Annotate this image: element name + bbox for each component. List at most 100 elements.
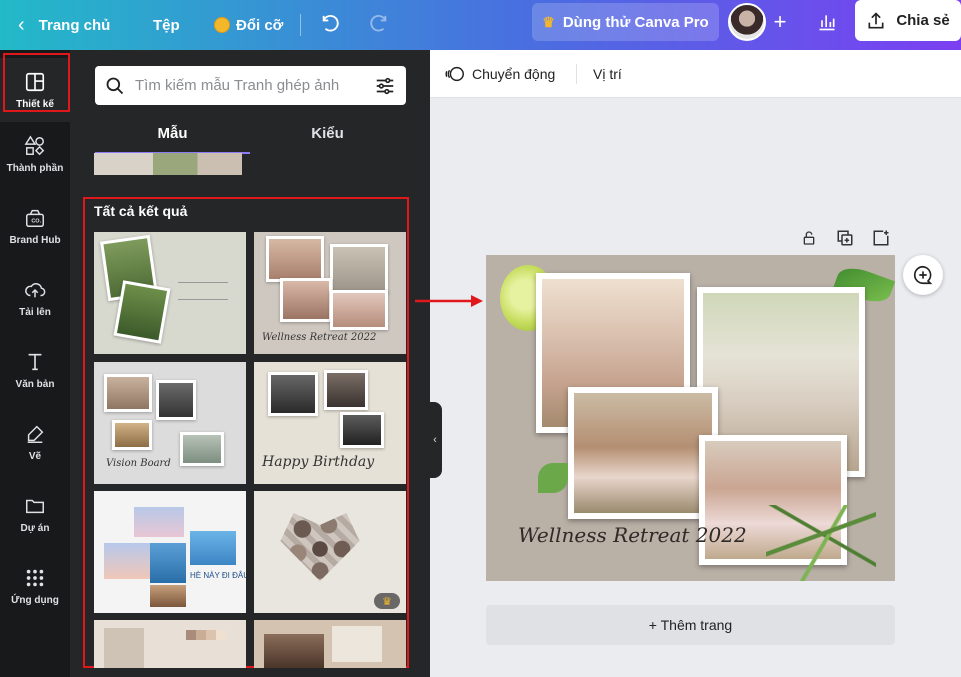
resize-button[interactable]: Đổi cỡ [214, 0, 283, 50]
rail-item-label: Thành phần [6, 162, 64, 174]
rail-item-label: Vẽ [28, 450, 42, 462]
redo-button[interactable] [367, 0, 389, 50]
page-tools [798, 228, 892, 248]
rail-item-label: Văn bản [15, 378, 55, 390]
template-thumbnail[interactable]: Happy Birthday [254, 362, 406, 484]
thumb-photo [190, 531, 236, 565]
thumb-photo [156, 380, 196, 420]
template-thumbnail[interactable] [254, 620, 406, 668]
add-page-icon [873, 230, 889, 246]
share-icon [868, 11, 884, 28]
bar-chart-icon [819, 15, 835, 31]
thumb-photo [150, 585, 186, 607]
divider [576, 64, 577, 84]
rail-item-label: Tải lên [19, 306, 51, 318]
thumb-photo [340, 412, 384, 448]
template-thumbnail[interactable] [94, 620, 246, 668]
share-label: Chia sẻ [896, 12, 950, 29]
add-page-button[interactable]: + Thêm trang [486, 605, 895, 645]
comment-button[interactable] [903, 255, 943, 295]
filter-icon[interactable] [374, 75, 396, 97]
shapes-icon [24, 134, 45, 155]
thumb-photo [264, 634, 324, 668]
rail-item-uploads[interactable]: Tải lên [0, 266, 70, 330]
rail-item-draw[interactable]: Vẽ [0, 410, 70, 474]
crown-coin-icon [214, 17, 230, 33]
template-thumbnail[interactable]: HÈ NÀY ĐI ĐÂU? [94, 491, 246, 613]
thumb-photo [180, 432, 224, 466]
position-label: Vị trí [593, 66, 622, 82]
svg-text:CO.: CO. [31, 218, 41, 224]
thumb-photo [268, 372, 318, 416]
collage-photo[interactable] [568, 387, 718, 519]
share-button[interactable]: Chia sẻ [855, 0, 961, 41]
tab-templates[interactable]: Mẫu [95, 120, 250, 154]
rail-item-apps[interactable]: Ứng dụng [0, 554, 70, 618]
editor-toolbar: Chuyển động Vị trí [430, 50, 961, 98]
thumb-photo [104, 374, 152, 412]
template-thumbnail[interactable] [94, 153, 242, 175]
thumb-photo [113, 280, 171, 344]
template-thumbnail[interactable] [94, 232, 246, 354]
rail-item-projects[interactable]: Dự án [0, 482, 70, 546]
rail-item-label: Brand Hub [9, 234, 61, 246]
thumb-photo [324, 370, 368, 410]
chevron-left-icon: ‹ [18, 13, 25, 36]
file-menu-button[interactable]: Tệp [153, 0, 180, 50]
rail-item-brand-hub[interactable]: CO. Brand Hub [0, 194, 70, 258]
small-leaf-decoration [538, 463, 568, 493]
thumb-title: HÈ NÀY ĐI ĐÂU? [190, 571, 246, 580]
comment-add-icon [914, 265, 933, 285]
animate-icon [445, 66, 464, 82]
upload-icon [25, 282, 46, 297]
position-button[interactable]: Vị trí [593, 50, 622, 98]
thumb-photo [280, 278, 332, 322]
add-page-icon-button[interactable] [870, 228, 892, 248]
search-input[interactable] [135, 77, 364, 94]
rail-item-elements[interactable]: Thành phần [0, 122, 70, 186]
top-bar: ‹ Trang chủ Tệp Đổi cỡ ♛ Dùng thử Canva … [0, 0, 961, 50]
duplicate-icon [837, 230, 853, 246]
back-home-button[interactable]: ‹ Trang chủ [18, 0, 110, 50]
thumb-photo [112, 420, 152, 450]
thumb-photo [104, 628, 144, 668]
lock-button[interactable] [798, 228, 820, 248]
template-thumbnail[interactable]: Wellness Retreat 2022 [254, 232, 406, 354]
pro-crown-badge: ♛ [374, 593, 400, 609]
avatar[interactable] [728, 3, 766, 41]
plus-icon: + [773, 9, 787, 34]
thumb-title: Wellness Retreat 2022 [262, 332, 377, 343]
highlight-box [3, 53, 70, 112]
thumb-title: Vision Board [106, 458, 171, 469]
thumb-photo [330, 244, 388, 294]
crown-icon: ♛ [542, 13, 555, 30]
canvas-caption[interactable]: Wellness Retreat 2022 [518, 523, 747, 547]
arrow-annotation [415, 295, 483, 307]
templates-panel: Mẫu Kiểu Tất cả kết quả Wellness Retreat… [70, 50, 430, 677]
rail-item-text[interactable]: Văn bản [0, 338, 70, 402]
template-thumbnail[interactable]: ♛ [254, 491, 406, 613]
try-canva-pro-button[interactable]: ♛ Dùng thử Canva Pro [532, 3, 719, 41]
thumb-photo [330, 290, 388, 330]
insights-button[interactable] [806, 3, 848, 41]
design-canvas[interactable]: Wellness Retreat 2022 [486, 255, 895, 581]
tab-styles[interactable]: Kiểu [250, 120, 405, 154]
rail-item-label: Dự án [20, 522, 50, 534]
thumb-title: Happy Birthday [262, 454, 375, 470]
rail-item-label: Ứng dụng [11, 594, 59, 606]
thumb-photo [134, 507, 184, 537]
search-box [95, 66, 406, 105]
thumb-photo [266, 236, 324, 282]
unlock-icon [803, 231, 815, 245]
grass-decoration [766, 505, 876, 581]
template-thumbnail[interactable]: Vision Board [94, 362, 246, 484]
resize-label: Đổi cỡ [236, 16, 284, 34]
undo-button[interactable] [320, 0, 342, 50]
left-rail: Thiết kế Thành phần CO. Brand Hub Tải lê… [0, 50, 70, 677]
color-swatches [186, 630, 226, 640]
add-collaborator-button[interactable]: + [768, 0, 792, 44]
duplicate-page-button[interactable] [834, 228, 856, 248]
collapse-panel-button[interactable]: ‹ [428, 402, 442, 478]
animate-button[interactable]: Chuyển động [444, 50, 555, 98]
chevron-left-icon: ‹ [433, 434, 437, 446]
